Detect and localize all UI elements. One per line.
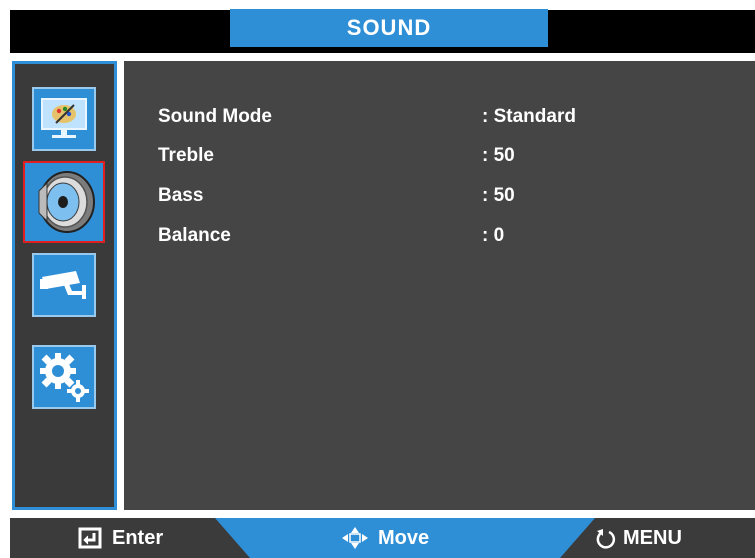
menu-row-sound-mode[interactable]: Sound Mode : Standard xyxy=(158,106,718,130)
sound-menu-panel: Sound Mode : Standard Treble : 50 Bass :… xyxy=(124,61,755,510)
picture-icon xyxy=(41,98,87,138)
sidebar-item-camera[interactable] xyxy=(32,253,96,317)
menu-row-treble[interactable]: Treble : 50 xyxy=(158,145,718,169)
move-arrows-icon xyxy=(342,527,368,549)
sidebar-item-setup[interactable] xyxy=(32,345,96,409)
return-icon xyxy=(596,529,616,549)
menu-row-label: Sound Mode xyxy=(158,106,272,127)
menu-row-label: Bass xyxy=(158,185,204,206)
enter-label: Enter xyxy=(112,526,164,549)
menu-row-value: : Standard xyxy=(482,106,576,127)
cctv-camera-icon xyxy=(40,271,86,299)
menu-row-bass[interactable]: Bass : 50 xyxy=(158,185,718,209)
speaker-icon xyxy=(38,171,95,233)
menu-row-label: Treble xyxy=(158,145,214,166)
sidebar-item-picture[interactable] xyxy=(32,87,96,151)
move-button[interactable]: Move xyxy=(340,518,429,558)
sidebar-item-sound[interactable] xyxy=(23,161,105,243)
gears-icon xyxy=(40,353,89,402)
menu-row-label: Balance xyxy=(158,225,231,246)
sidebar xyxy=(12,61,117,510)
menu-button[interactable]: MENU xyxy=(595,518,682,558)
menu-label: MENU xyxy=(623,526,682,549)
move-label: Move xyxy=(378,526,430,549)
menu-row-value: : 50 xyxy=(482,185,515,206)
menu-row-value: : 0 xyxy=(482,225,505,246)
menu-row-balance[interactable]: Balance : 0 xyxy=(158,225,718,249)
footer-bar: Enter Move MENU xyxy=(10,518,755,558)
page-title: SOUND xyxy=(230,9,548,47)
enter-icon xyxy=(78,527,102,549)
enter-button[interactable]: Enter xyxy=(78,518,163,558)
menu-row-value: : 50 xyxy=(482,145,515,166)
